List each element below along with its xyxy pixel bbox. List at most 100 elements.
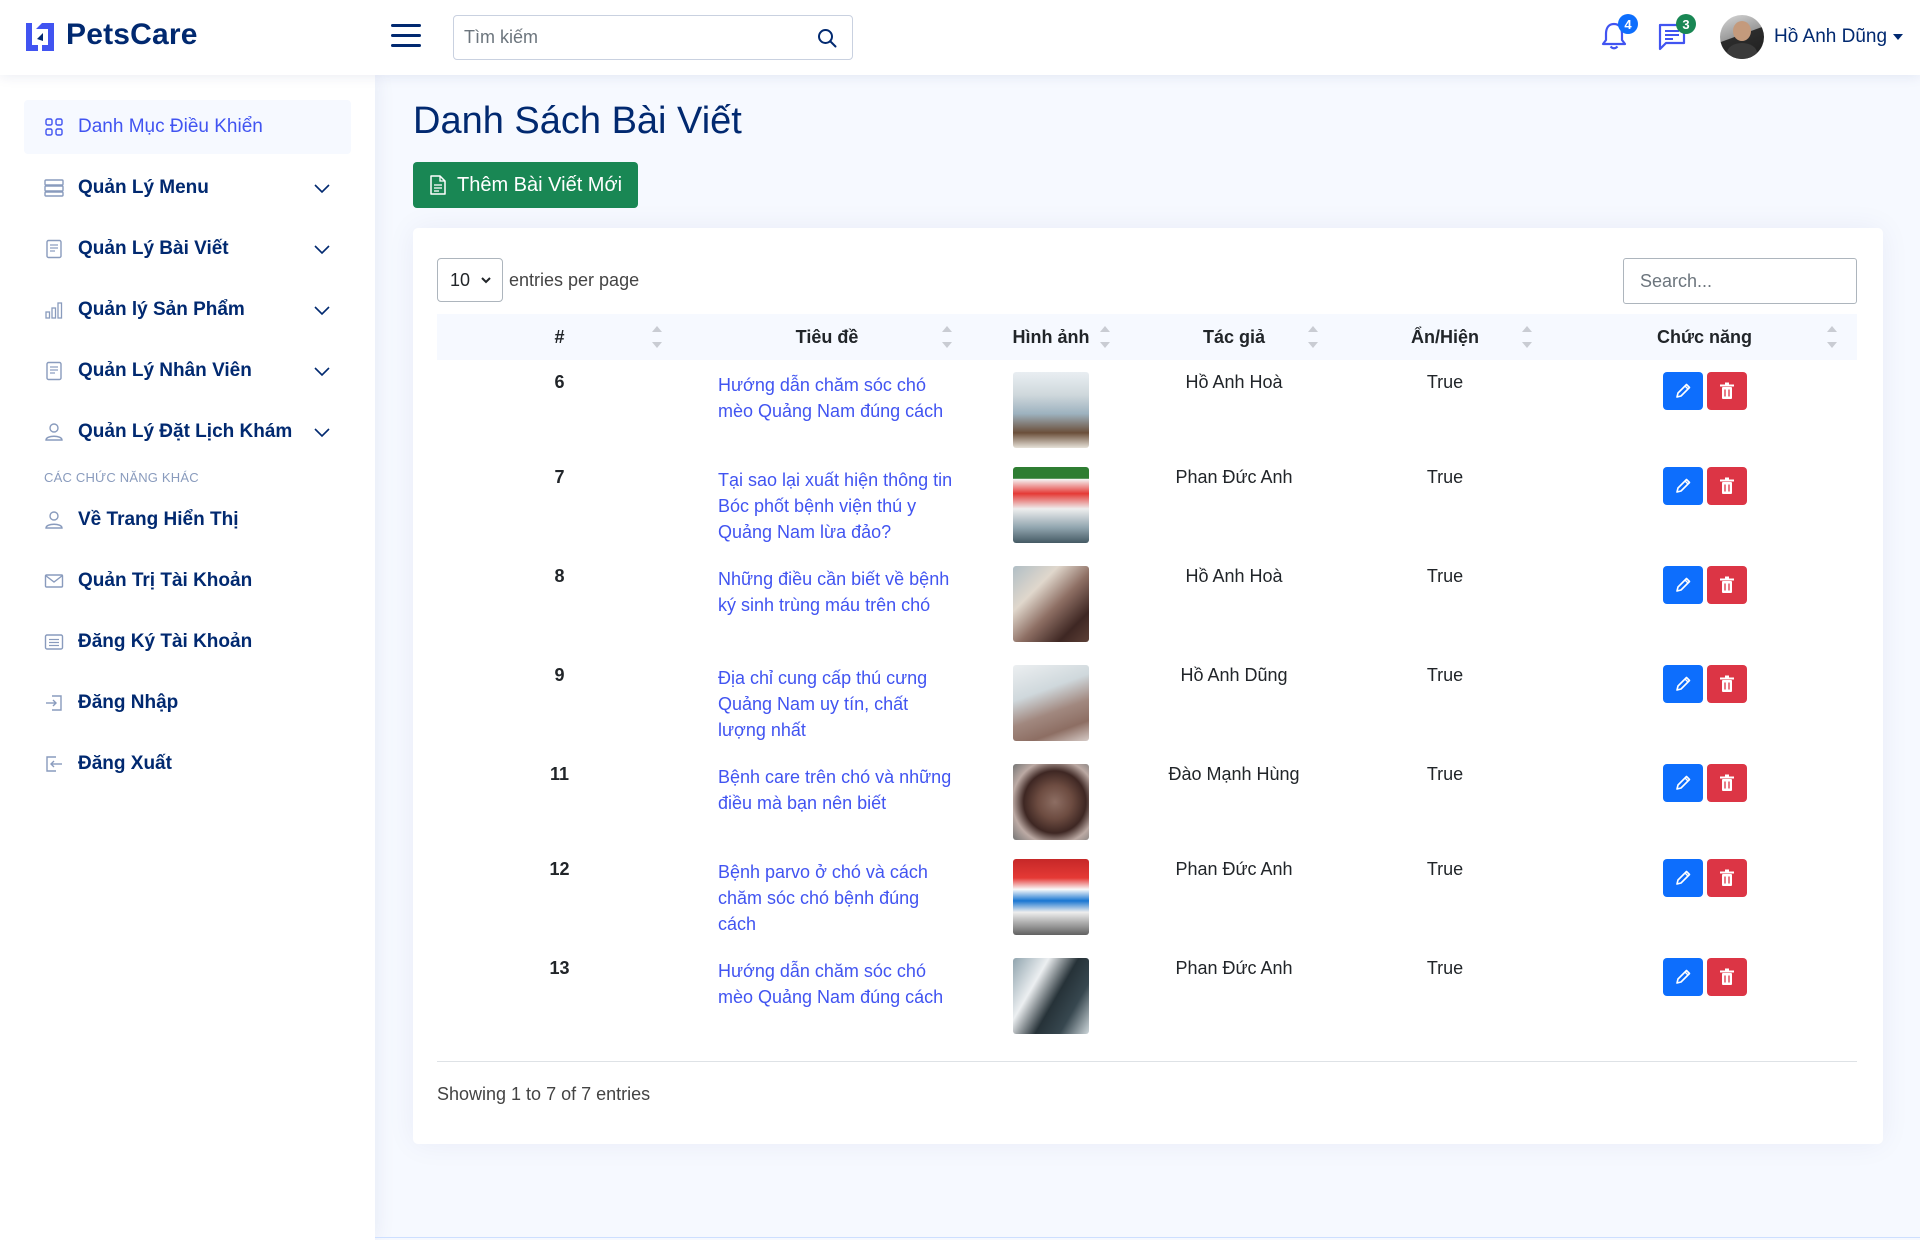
delete-button[interactable] [1706, 467, 1747, 505]
page-title: Danh Sách Bài Viết [413, 100, 742, 142]
cell-id: 13 [549, 958, 570, 978]
edit-button[interactable] [1662, 764, 1703, 802]
post-title-link[interactable]: Bệnh parvo ở chó và cách chăm sóc chó bệ… [718, 859, 958, 937]
cell-visibility: True [1426, 566, 1464, 586]
column-header-actions[interactable]: Chức năng [1552, 314, 1857, 360]
cell-title: Những điều cần biết về bệnh ký sinh trùn… [682, 554, 972, 653]
cell-author: Phan Đức Anh [1175, 859, 1293, 879]
chevron-down-icon [314, 367, 330, 377]
column-header-image[interactable]: Hình ảnh [972, 314, 1130, 360]
sidebar-item-menu[interactable]: Quản Lý Menu [24, 161, 351, 215]
edit-button[interactable] [1662, 467, 1703, 505]
cell-author: Phan Đức Anh [1175, 467, 1293, 487]
cell-actions [1552, 360, 1857, 455]
toggle-sidebar-button[interactable] [391, 24, 421, 50]
table-row: 9 Địa chỉ cung cấp thú cưng Quảng Nam uy… [437, 653, 1857, 752]
edit-button[interactable] [1662, 859, 1703, 897]
table-header-row: # Tiêu đề Hình ảnh Tác giả Ẩn/Hiện Chức … [437, 314, 1857, 360]
delete-button[interactable] [1706, 665, 1747, 703]
add-post-button[interactable]: Thêm Bài Viết Mới [413, 162, 639, 208]
delete-button[interactable] [1706, 372, 1747, 410]
edit-button[interactable] [1662, 372, 1703, 410]
cell-title: Bệnh parvo ở chó và cách chăm sóc chó bệ… [682, 847, 972, 946]
messages-button[interactable]: 3 [1656, 14, 1696, 54]
per-page-select[interactable]: 10 [437, 258, 503, 302]
sidebar-item-label: Quản Lý Đặt Lịch Khám [78, 421, 293, 442]
edit-button[interactable] [1662, 566, 1703, 604]
table-row: 8 Những điều cần biết về bệnh ký sinh tr… [437, 554, 1857, 653]
delete-button[interactable] [1706, 566, 1747, 604]
chevron-down-icon [314, 306, 330, 316]
delete-button[interactable] [1706, 958, 1747, 996]
post-title-link[interactable]: Tại sao lại xuất hiện thông tin Bóc phốt… [718, 467, 958, 545]
sidebar-item-label: Quản Lý Nhân Viên [78, 360, 252, 381]
user-profile-dropdown[interactable]: Hồ Anh Dũng [1720, 15, 1904, 59]
search-button[interactable] [802, 16, 852, 59]
post-thumbnail [1013, 372, 1089, 448]
sidebar-item-appointments[interactable]: Quản Lý Đặt Lịch Khám [24, 405, 351, 459]
delete-button[interactable] [1706, 764, 1747, 802]
sidebar-item-employees[interactable]: Quản Lý Nhân Viên [24, 344, 351, 398]
cell-title: Tại sao lại xuất hiện thông tin Bóc phốt… [682, 455, 972, 554]
pencil-icon [1675, 577, 1690, 592]
cell-visibility: True [1426, 859, 1464, 879]
trash-icon [1719, 675, 1734, 692]
post-thumbnail [1013, 467, 1089, 543]
cell-actions [1552, 554, 1857, 653]
header-search-input[interactable] [454, 16, 802, 59]
post-title-link[interactable]: Bệnh care trên chó và những điều mà bạn … [718, 764, 958, 816]
sidebar-item-account-admin[interactable]: Quản Trị Tài Khoản [24, 554, 351, 608]
sort-icon [1100, 326, 1110, 348]
sidebar-item-logout[interactable]: Đăng Xuất [24, 737, 351, 791]
chevron-down-icon [314, 184, 330, 194]
cell-visibility: True [1426, 467, 1464, 487]
card-list-icon [44, 634, 64, 650]
sidebar-item-label: Danh Mục Điều Khiển [78, 116, 263, 137]
table-row: 13 Hướng dẫn chăm sóc chó mèo Quảng Nam … [437, 946, 1857, 1045]
box-arrow-out-icon [46, 756, 62, 772]
person-icon [45, 423, 63, 441]
post-title-link[interactable]: Những điều cần biết về bệnh ký sinh trùn… [718, 566, 958, 618]
post-title-link[interactable]: Hướng dẫn chăm sóc chó mèo Quảng Nam đún… [718, 372, 958, 424]
cell-image [972, 455, 1130, 554]
cell-actions [1552, 653, 1857, 752]
edit-button[interactable] [1662, 958, 1703, 996]
post-title-link[interactable]: Hướng dẫn chăm sóc chó mèo Quảng Nam đún… [718, 958, 958, 1010]
grid-icon [45, 118, 63, 136]
notifications-button[interactable]: 4 [1598, 14, 1638, 54]
sidebar-item-dashboard[interactable]: Danh Mục Điều Khiển [24, 100, 351, 154]
sidebar-item-view-site[interactable]: Về Trang Hiển Thị [24, 493, 351, 547]
cell-visibility: True [1426, 665, 1464, 685]
table-search-input[interactable] [1623, 258, 1857, 304]
sidebar-item-login[interactable]: Đăng Nhập [24, 676, 351, 730]
sidebar-heading: CÁC CHỨC NĂNG KHÁC [44, 470, 199, 485]
cell-image [972, 360, 1130, 455]
menu-icon [44, 179, 64, 197]
table-row: 7 Tại sao lại xuất hiện thông tin Bóc ph… [437, 455, 1857, 554]
pencil-icon [1675, 383, 1690, 398]
sidebar-item-posts[interactable]: Quản Lý Bài Viết [24, 222, 351, 276]
cell-image [972, 847, 1130, 946]
cell-image [972, 946, 1130, 1045]
sidebar-item-products[interactable]: Quản lý Sản Phẩm [24, 283, 351, 337]
cell-title: Bệnh care trên chó và những điều mà bạn … [682, 752, 972, 847]
table-row: 11 Bệnh care trên chó và những điều mà b… [437, 752, 1857, 847]
cell-title: Hướng dẫn chăm sóc chó mèo Quảng Nam đún… [682, 360, 972, 455]
column-header-visibility[interactable]: Ẩn/Hiện [1338, 314, 1552, 360]
cell-visibility: True [1426, 764, 1464, 784]
column-header-id[interactable]: # [437, 314, 682, 360]
delete-button[interactable] [1706, 859, 1747, 897]
edit-button[interactable] [1662, 665, 1703, 703]
brand-logo[interactable]: PetsCare [24, 18, 198, 52]
per-page-label: entries per page [509, 269, 640, 290]
cell-author: Phan Đức Anh [1175, 958, 1293, 978]
column-header-author[interactable]: Tác giả [1130, 314, 1338, 360]
post-thumbnail [1013, 665, 1089, 741]
post-title-link[interactable]: Địa chỉ cung cấp thú cưng Quảng Nam uy t… [718, 665, 958, 743]
column-header-title[interactable]: Tiêu đề [682, 314, 972, 360]
post-thumbnail [1013, 566, 1089, 642]
cell-actions [1552, 946, 1857, 1045]
trash-icon [1719, 774, 1734, 791]
per-page-control: 10 entries per page [437, 258, 639, 302]
sidebar-item-register[interactable]: Đăng Ký Tài Khoản [24, 615, 351, 669]
